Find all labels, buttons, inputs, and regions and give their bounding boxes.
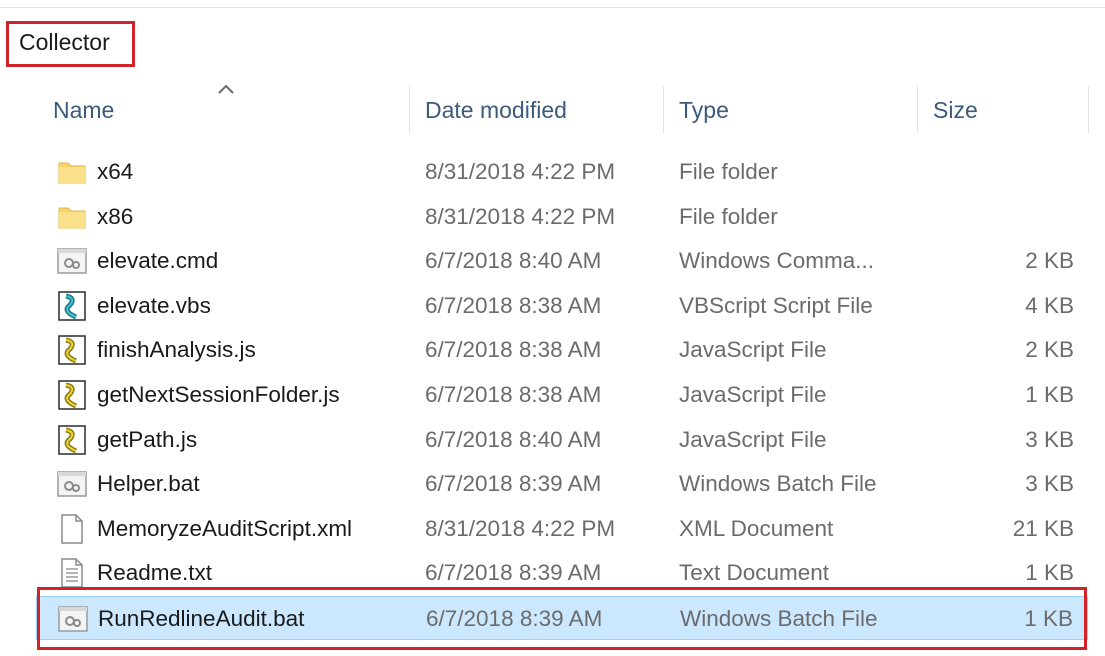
file-size: 3 KB [1025, 426, 1074, 452]
javascript-file-icon [56, 379, 88, 411]
file-type: File folder [679, 159, 778, 184]
file-size: 2 KB [1025, 337, 1074, 363]
column-divider[interactable] [917, 86, 918, 134]
top-divider [0, 7, 1105, 8]
file-type: JavaScript File [679, 337, 827, 363]
column-header-date-modified[interactable]: Date modified [425, 84, 567, 136]
file-row[interactable]: elevate.vbs 6/7/2018 8:38 AM VBScript Scri… [36, 284, 1088, 328]
file-size: 3 KB [1025, 471, 1074, 497]
file-size: 4 KB [1025, 292, 1074, 318]
javascript-file-icon [56, 334, 88, 366]
folder-icon [56, 201, 88, 233]
file-type: XML Document [679, 515, 834, 541]
file-date-modified: 6/7/2018 8:40 AM [425, 426, 602, 452]
file-date-modified: 6/7/2018 8:39 AM [425, 471, 602, 497]
javascript-file-icon [56, 424, 88, 456]
file-date-modified: 6/7/2018 8:40 AM [425, 248, 602, 274]
file-row[interactable]: getPath.js 6/7/2018 8:40 AM JavaScript Fil… [36, 418, 1088, 462]
column-divider[interactable] [663, 86, 664, 134]
sort-ascending-icon[interactable] [216, 82, 236, 96]
file-size: 1 KB [1025, 382, 1074, 407]
cmd-file-icon [56, 245, 88, 277]
xml-file-icon [56, 513, 88, 545]
file-type: JavaScript File [679, 382, 827, 407]
batch-file-icon [56, 468, 88, 500]
file-row[interactable]: getNextSessionFolder.js 6/7/2018 8:38 AM J… [36, 373, 1088, 417]
column-header-size[interactable]: Size [933, 84, 978, 136]
file-name: MemoryzeAuditScript.xml [97, 515, 353, 541]
column-divider[interactable] [1088, 86, 1089, 134]
folder-icon [56, 156, 88, 188]
file-date-modified: 6/7/2018 8:38 AM [425, 292, 602, 318]
file-name: finishAnalysis.js [97, 337, 256, 363]
file-name: x64 [97, 159, 134, 184]
file-type: Windows Comma... [679, 248, 875, 274]
file-name: getPath.js [97, 426, 198, 452]
file-type: File folder [679, 203, 778, 229]
file-type: VBScript Script File [679, 292, 873, 318]
file-name: Helper.bat [97, 471, 200, 497]
column-header-type[interactable]: Type [679, 84, 729, 136]
file-row[interactable]: Helper.bat 6/7/2018 8:39 AM Windows Batch … [36, 462, 1088, 506]
file-date-modified: 6/7/2018 8:38 AM [425, 382, 602, 407]
file-size: 21 KB [1012, 515, 1074, 541]
address-bar[interactable]: Collector [0, 20, 1105, 68]
file-name: elevate.vbs [97, 292, 211, 318]
annotation-highlight-breadcrumb [6, 21, 135, 67]
file-row[interactable]: elevate.cmd 6/7/2018 8:40 AM Windows Comma… [36, 239, 1088, 283]
file-row[interactable]: x64 8/31/2018 4:22 PM File folder [36, 150, 1088, 194]
file-name: elevate.cmd [97, 248, 219, 274]
file-size: 2 KB [1025, 248, 1074, 274]
file-name: getNextSessionFolder.js [97, 382, 340, 407]
text-file-icon [56, 557, 88, 589]
column-header-row: Name Date modified Type Size [36, 84, 1092, 136]
file-row[interactable]: x86 8/31/2018 4:22 PM File folder [36, 195, 1088, 239]
file-date-modified: 8/31/2018 4:22 PM [425, 203, 616, 229]
file-name: x86 [97, 203, 134, 229]
file-date-modified: 8/31/2018 4:22 PM [425, 515, 616, 541]
file-row[interactable]: MemoryzeAuditScript.xml 8/31/2018 4:22 PM… [36, 507, 1088, 551]
file-type: JavaScript File [679, 426, 827, 452]
file-date-modified: 6/7/2018 8:38 AM [425, 337, 602, 363]
file-date-modified: 8/31/2018 4:22 PM [425, 159, 616, 184]
annotation-highlight-selected-row [37, 587, 1087, 650]
vbscript-file-icon [56, 290, 88, 322]
column-divider[interactable] [409, 86, 410, 134]
file-type: Windows Batch File [679, 471, 877, 497]
column-header-name[interactable]: Name [53, 84, 114, 136]
file-row[interactable]: finishAnalysis.js 6/7/2018 8:38 AM JavaScr… [36, 328, 1088, 372]
